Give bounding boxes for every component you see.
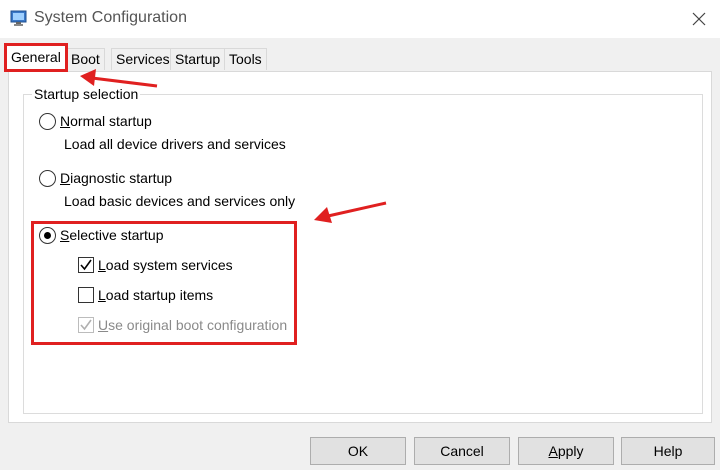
- tab-startup-label: Startup: [175, 51, 221, 67]
- tab-services-label: Services: [116, 51, 170, 67]
- close-button[interactable]: [686, 6, 712, 32]
- tab-boot[interactable]: Boot: [66, 48, 105, 70]
- normal-startup-label[interactable]: Normal startup: [60, 113, 152, 129]
- diagnostic-startup-label[interactable]: Diagnostic startup: [60, 170, 172, 186]
- window-title: System Configuration: [34, 9, 187, 26]
- tab-general-label: General: [11, 49, 61, 65]
- diagnostic-startup-description: Load basic devices and services only: [64, 193, 296, 209]
- tab-boot-label: Boot: [71, 51, 100, 67]
- diagnostic-startup-radio[interactable]: [39, 170, 56, 187]
- selective-startup-highlight-box: [31, 221, 297, 345]
- title-bar: System Configuration: [0, 0, 720, 38]
- system-configuration-icon: [10, 10, 27, 26]
- close-icon: [692, 12, 706, 26]
- tab-general[interactable]: General: [4, 43, 68, 72]
- normal-startup-description: Load all device drivers and services: [64, 136, 286, 152]
- tab-startup[interactable]: Startup: [170, 48, 226, 70]
- tab-services[interactable]: Services: [111, 48, 175, 70]
- help-button[interactable]: Help: [621, 437, 715, 465]
- tab-bar: General Boot Services Startup Tools: [0, 38, 720, 72]
- tab-tools[interactable]: Tools: [224, 48, 267, 70]
- apply-button[interactable]: Apply: [518, 437, 614, 465]
- tab-tools-label: Tools: [229, 51, 262, 67]
- normal-startup-radio[interactable]: [39, 113, 56, 130]
- startup-selection-title: Startup selection: [32, 86, 141, 102]
- cancel-button[interactable]: Cancel: [414, 437, 510, 465]
- ok-button[interactable]: OK: [310, 437, 406, 465]
